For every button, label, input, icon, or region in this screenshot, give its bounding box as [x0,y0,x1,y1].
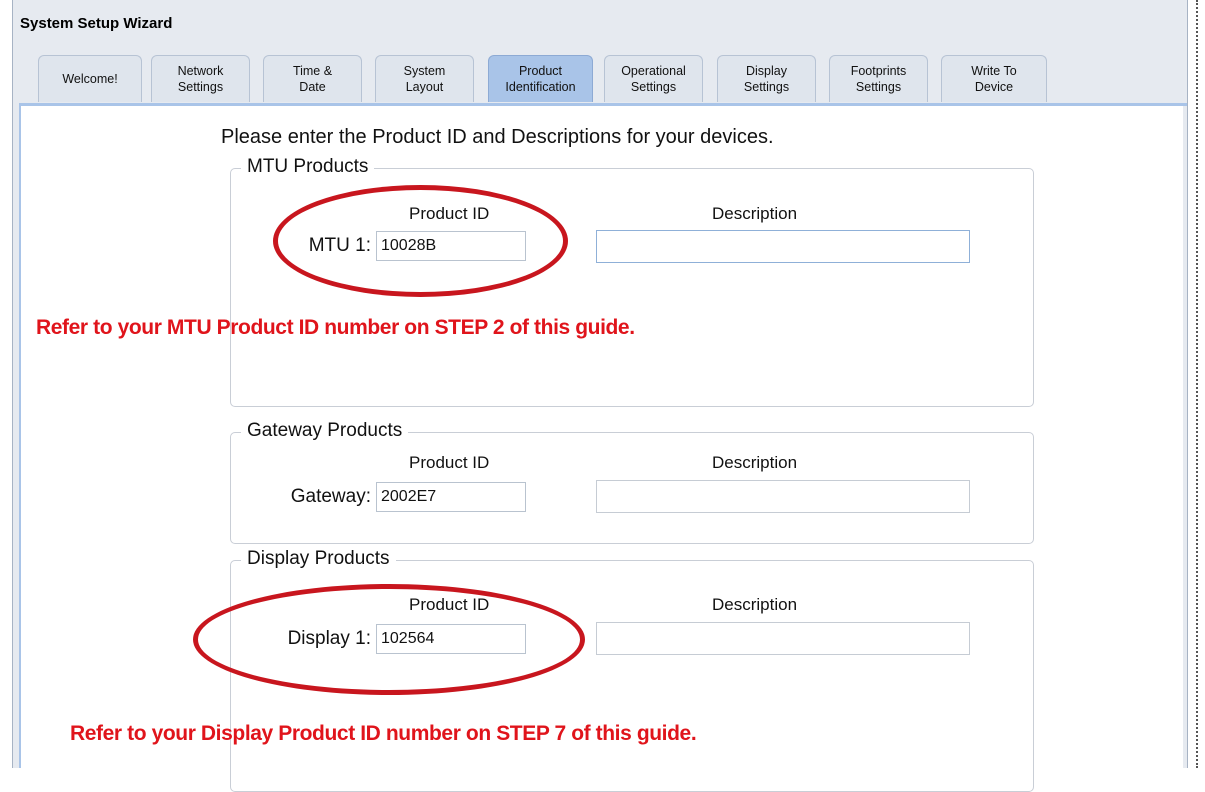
tab-write-to-device[interactable]: Write To Device [941,55,1047,102]
tab-product-identification[interactable]: Product Identification [488,55,593,102]
tab-footprints-settings[interactable]: Footprints Settings [829,55,928,102]
tab-label: Network Settings [177,64,224,94]
gateway-label: Gateway: [290,486,371,507]
tab-label: Display Settings [743,64,790,94]
mtu-reference-note: Refer to your MTU Product ID number on S… [36,316,635,339]
tab-label: Operational Settings [621,64,686,94]
tab-operational-settings[interactable]: Operational Settings [604,55,703,102]
display-highlight-ellipse [193,584,585,695]
tab-content-panel: Please enter the Product ID and Descript… [19,106,1183,792]
gateway-group-legend: Gateway Products [241,420,409,442]
tab-network-settings[interactable]: Network Settings [151,55,250,102]
tab-system-layout[interactable]: System Layout [375,55,474,102]
mtu-1-description-input[interactable] [596,230,970,263]
display-reference-note: Refer to your Display Product ID number … [70,722,697,745]
instruction-text: Please enter the Product ID and Descript… [221,126,774,148]
tab-label: Welcome! [62,72,118,86]
gateway-product-id-input[interactable] [376,482,526,512]
setup-wizard-window: System Setup Wizard Welcome! Network Set… [12,0,1188,792]
tab-bar: Welcome! Network Settings Time & Date Sy… [13,0,1187,104]
tab-label: System Layout [403,64,446,94]
gateway-description-input[interactable] [596,480,970,513]
mtu-group-legend: MTU Products [241,156,375,178]
gateway-description-header: Description [712,453,798,472]
tab-welcome[interactable]: Welcome! [38,55,142,102]
display-group-legend: Display Products [241,548,396,570]
gateway-products-group: Gateway Products Product ID Description … [230,420,1034,544]
mtu-highlight-ellipse [273,185,568,297]
tab-label: Write To Device [971,64,1017,94]
gateway-product-id-header: Product ID [409,453,490,472]
mtu-description-header: Description [712,204,798,223]
tab-label: Product Identification [505,64,576,94]
tab-display-settings[interactable]: Display Settings [717,55,816,102]
display-description-header: Description [712,595,798,614]
display-1-description-input[interactable] [596,622,970,655]
tab-label: Footprints Settings [850,64,907,94]
dotted-border [1196,0,1198,768]
tab-time-date[interactable]: Time & Date [263,55,362,102]
tab-label: Time & Date [292,64,333,94]
